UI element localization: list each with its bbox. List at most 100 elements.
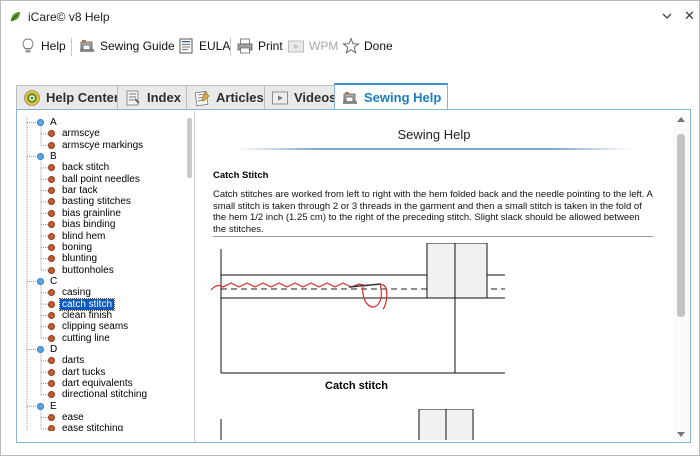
scroll-up-arrow-icon[interactable]: [677, 117, 685, 122]
tree-item[interactable]: clipping seams: [17, 321, 187, 332]
tree-item[interactable]: bias grainline: [17, 208, 187, 219]
toolbar: Help Sewing Guide EULA Print WPM Done: [1, 31, 699, 61]
tree-item-label: dart equivalents: [62, 378, 133, 390]
tree-item[interactable]: dart tucks: [17, 367, 187, 378]
tree-leaf-icon: [48, 311, 55, 319]
tree-item-label: dart tucks: [62, 366, 106, 378]
tab-help-center[interactable]: Help Center: [16, 85, 126, 109]
tree-item[interactable]: bias binding: [17, 219, 187, 230]
tree-leaf-icon: [48, 266, 55, 274]
tree-leaf-icon: [48, 357, 55, 365]
index-icon: [126, 90, 140, 105]
tree-item[interactable]: back stitch: [17, 162, 187, 173]
thread-loop: [362, 284, 388, 310]
tree-group-b[interactable]: B: [17, 151, 187, 162]
chevron-down-icon[interactable]: [661, 10, 673, 22]
printer-icon: [237, 38, 253, 54]
tree-item-label: basting stitches: [62, 196, 131, 208]
wpm-button[interactable]: WPM: [287, 34, 338, 58]
tree-leaf-icon: [48, 380, 55, 388]
tab-videos[interactable]: Videos: [264, 85, 344, 109]
tree-item[interactable]: catch stitch: [17, 297, 187, 311]
scroll-thumb[interactable]: [677, 134, 685, 317]
tree-leaf-icon: [48, 232, 55, 240]
close-icon[interactable]: ✕: [684, 9, 695, 23]
tree-item[interactable]: armscye: [17, 128, 187, 139]
next-illustration: [220, 409, 474, 440]
tree-leaf-icon: [48, 414, 55, 422]
tree-leaf-icon: [48, 164, 55, 172]
tree-item[interactable]: clean finish: [17, 310, 187, 321]
title-bar: iCare© v8 Help ✕: [1, 1, 699, 31]
help-window: iCare© v8 Help ✕ Help Sewing Guide EULA …: [0, 0, 700, 456]
tab-articles[interactable]: Articles: [186, 85, 271, 109]
tree-item-label: clean finish: [62, 309, 113, 321]
tree-leaf-icon: [48, 130, 55, 138]
tree-group-label: E: [50, 400, 57, 412]
toolbar-separator: [230, 38, 231, 56]
tree-item[interactable]: cutting line: [17, 333, 187, 344]
scroll-down-arrow-icon[interactable]: [677, 432, 685, 437]
tree-leaf-icon: [48, 209, 55, 217]
tree-leaf-icon: [48, 391, 55, 399]
tree-leaf-icon: [48, 141, 55, 149]
tree-item[interactable]: dart equivalents: [17, 378, 187, 389]
pane-splitter[interactable]: [194, 111, 195, 442]
tree-item[interactable]: armscye markings: [17, 140, 187, 151]
print-button[interactable]: Print: [236, 34, 283, 58]
tree-item[interactable]: basting stitches: [17, 196, 187, 207]
tree-leaf-icon: [48, 221, 55, 229]
tree-leaf-icon: [48, 334, 55, 342]
tree-item-label: boning: [62, 241, 93, 253]
target-icon: [24, 89, 40, 106]
catch-stitch-illustration: [211, 243, 505, 374]
tree-item-label: casing: [62, 287, 91, 299]
tree-group-a[interactable]: A: [17, 117, 187, 128]
title-divider: [237, 148, 632, 150]
tree-item[interactable]: buttonholes: [17, 265, 187, 276]
tree-item-label: directional stitching: [62, 389, 148, 401]
tree-group-c[interactable]: C: [17, 276, 187, 287]
sewing-machine-icon: [80, 40, 94, 52]
tree-group-label: C: [50, 275, 58, 287]
tree-leaf-icon: [48, 323, 55, 331]
star-icon: [342, 37, 360, 54]
section-divider: [213, 236, 653, 237]
tree-item[interactable]: casing: [17, 287, 187, 298]
tree-item[interactable]: bar tack: [17, 185, 187, 196]
tree-item-label: darts: [62, 355, 85, 367]
tree-item[interactable]: darts: [17, 355, 187, 366]
tree-group-d[interactable]: D: [17, 344, 187, 355]
tree-item-label: blunting: [62, 253, 98, 265]
article-scrollbar[interactable]: [673, 113, 689, 441]
tree-item-label: armscye: [62, 128, 100, 140]
done-button[interactable]: Done: [342, 34, 393, 58]
tree-scrollbar[interactable]: [187, 118, 192, 178]
tree-node-icon: [37, 402, 44, 410]
tree-item-label: bias grainline: [62, 207, 121, 219]
tree-item-label: armscye markings: [62, 139, 144, 151]
page-title: Sewing Help: [397, 127, 471, 142]
tree-item[interactable]: directional stitching: [17, 389, 187, 400]
tree-group-e[interactable]: E: [17, 401, 187, 412]
tree-item[interactable]: blunting: [17, 253, 187, 264]
tree-group-label: B: [50, 151, 57, 163]
window-title: iCare© v8 Help: [28, 10, 110, 24]
tab-sewing-help[interactable]: Sewing Help: [334, 83, 449, 110]
tab-index[interactable]: Index: [117, 85, 188, 109]
tree-item[interactable]: ease: [17, 412, 187, 423]
help-button[interactable]: Help: [19, 34, 66, 58]
tree-item[interactable]: blind hem: [17, 231, 187, 242]
tree-group-label: D: [50, 344, 58, 355]
tree-item[interactable]: ball point needles: [17, 174, 187, 185]
tree-node-icon: [37, 153, 44, 161]
tree-leaf-icon: [48, 255, 55, 263]
tree-item[interactable]: ease stitching: [17, 423, 187, 431]
tree-item-label: cutting line: [62, 332, 110, 344]
sewing-guide-button[interactable]: Sewing Guide: [78, 34, 175, 58]
eula-button[interactable]: EULA: [177, 34, 230, 58]
tree-item-label: clipping seams: [62, 321, 129, 333]
article-paragraph: Catch stitches are worked from left to r…: [213, 189, 653, 235]
hand-panel: [426, 243, 488, 299]
tree-item[interactable]: boning: [17, 242, 187, 253]
